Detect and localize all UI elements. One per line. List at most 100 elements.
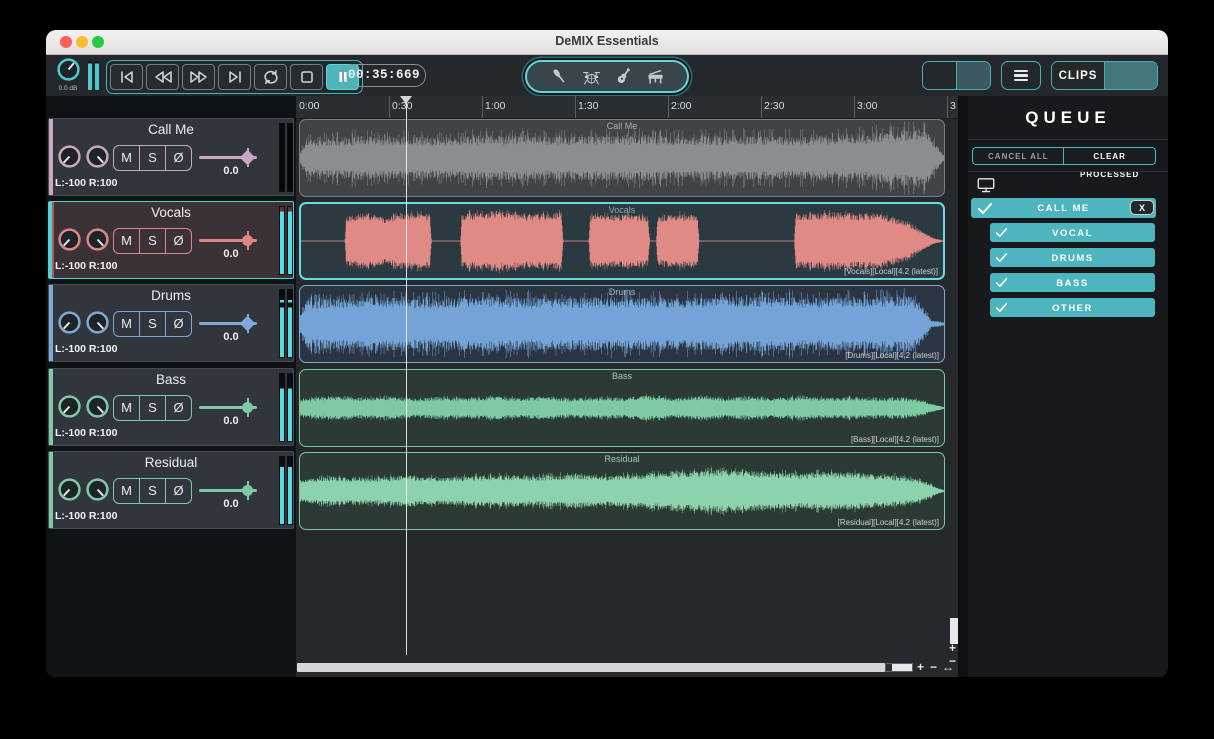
playhead-marker[interactable] [400, 96, 412, 104]
clip-residual[interactable]: Residual [Residual][Local][4.2 (latest)] [299, 452, 945, 530]
skip-start-button[interactable] [110, 64, 143, 90]
clips-button-label: CLIPS [1058, 69, 1098, 82]
pan-range-label: L:-100 R:100 [55, 343, 118, 355]
gain-value-label: 0.0 dB [58, 85, 78, 92]
track-header-residual[interactable]: Residual M S Ø 0.0 L:-100 R:100 [48, 451, 294, 529]
phase-button[interactable]: Ø [165, 396, 191, 420]
skip-end-button[interactable] [218, 64, 251, 90]
instrument-picker-button[interactable] [525, 60, 689, 93]
track-header-drums[interactable]: Drums M S Ø 0.0 L:-100 R:100 [48, 284, 294, 362]
pan-range-label: L:-100 R:100 [55, 510, 118, 522]
cancel-all-button[interactable]: CANCEL ALL [972, 147, 1065, 165]
clear-processed-button[interactable]: CLEAR PROCESSED [1063, 147, 1156, 179]
timeline-ruler[interactable]: 0:00 0:30 1:00 1:30 2:00 2:30 3:00 3 [296, 96, 958, 119]
pan-left-knob[interactable] [57, 310, 82, 340]
pan-left-knob[interactable] [57, 144, 82, 174]
solo-button[interactable]: S [139, 229, 165, 253]
track-level-meter [279, 373, 285, 442]
pan-left-knob[interactable] [57, 227, 82, 257]
clip-title: Drums [608, 287, 636, 297]
clip-version-label: [Drums][Local][4.2 (latest)] [845, 351, 939, 360]
pan-left-knob[interactable] [57, 394, 82, 424]
solo-button[interactable]: S [139, 396, 165, 420]
pan-right-knob[interactable] [85, 477, 110, 507]
processing-target-toggle [922, 61, 991, 90]
computer-icon [976, 177, 996, 194]
mute-button[interactable]: M [114, 146, 139, 170]
queue-item-label: CALL ME [1037, 203, 1090, 214]
phase-button[interactable]: Ø [165, 229, 191, 253]
queue-subitem-label: VOCAL [1052, 227, 1093, 239]
pan-right-knob[interactable] [85, 310, 110, 340]
clip-vocals[interactable]: Vocals [Vocals][Local][4.2 (latest)] [299, 202, 945, 280]
waveform-area: 0:00 0:30 1:00 1:30 2:00 2:30 3:00 3 Call Me Voc… [296, 96, 958, 677]
phase-button[interactable]: Ø [165, 312, 191, 336]
track-mso-buttons: MSØ [113, 478, 192, 504]
clip-drums[interactable]: Drums [Drums][Local][4.2 (latest)] [299, 285, 945, 363]
track-header-bass[interactable]: Bass M S Ø 0.0 L:-100 R:100 [48, 368, 294, 446]
clip-call-me[interactable]: Call Me [299, 119, 945, 197]
rewind-button[interactable] [146, 64, 179, 90]
slider-handle[interactable] [239, 149, 256, 166]
window-title: DeMIX Essentials [555, 34, 659, 48]
track-title: Drums [151, 288, 191, 303]
fast-forward-button[interactable] [182, 64, 215, 90]
track-mso-buttons: MSØ [113, 228, 192, 254]
mute-button[interactable]: M [114, 479, 139, 503]
mute-button[interactable]: M [114, 396, 139, 420]
stop-button[interactable] [290, 64, 323, 90]
track-level-meter [287, 373, 293, 442]
master-gain-knob[interactable] [56, 58, 81, 86]
search-button[interactable] [1104, 62, 1157, 89]
phase-button[interactable]: Ø [165, 146, 191, 170]
queue-item[interactable]: CALL ME X [971, 198, 1156, 218]
scroll-range-box[interactable] [885, 663, 913, 672]
track-header-call-me[interactable]: Call Me M S Ø 0.0 L:-100 R:100 [48, 118, 294, 196]
mute-button[interactable]: M [114, 312, 139, 336]
slider-handle[interactable] [242, 485, 253, 496]
slider-handle[interactable] [242, 402, 253, 413]
clip-bass[interactable]: Bass [Bass][Local][4.2 (latest)] [299, 369, 945, 447]
track-panel: Call Me M S Ø 0.0 L:-100 R:100 Vocals M S Ø 0.0 L:-… [46, 96, 296, 677]
queue-subitem[interactable]: BASS [990, 273, 1155, 292]
solo-button[interactable]: S [139, 312, 165, 336]
horizontal-scrollbar[interactable] [297, 663, 885, 672]
time-display[interactable]: 00:35:669 [342, 64, 426, 87]
queue-subitem[interactable]: OTHER [990, 298, 1155, 317]
pan-right-knob[interactable] [85, 394, 110, 424]
clip-title: Call Me [606, 121, 638, 131]
pan-right-knob[interactable] [85, 227, 110, 257]
clip-version-label: [Vocals][Local][4.2 (latest)] [844, 267, 938, 276]
menu-button[interactable] [1001, 61, 1041, 90]
solo-button[interactable]: S [139, 479, 165, 503]
toolbar: 0.0 dB 00:35:669 CLIPS [46, 55, 1168, 98]
queue-subitem[interactable]: DRUMS [990, 248, 1155, 267]
pan-left-knob[interactable] [57, 477, 82, 507]
queue-subitem[interactable]: VOCAL [990, 223, 1155, 242]
vertical-zoom-out-button[interactable]: − [949, 655, 956, 667]
local-computer-button[interactable] [956, 62, 990, 89]
clips-button[interactable]: CLIPS [1052, 62, 1104, 89]
slider-handle[interactable] [239, 315, 256, 332]
cloud-button[interactable] [923, 62, 961, 89]
app-window: DeMIX Essentials 0.0 dB 00:35:669 CLIPS [46, 30, 1168, 677]
vertical-zoom-in-button[interactable]: + [949, 642, 956, 654]
piano-icon [645, 67, 666, 86]
queue-item-remove-button[interactable]: X [1130, 200, 1154, 215]
waveform-canvas [300, 120, 944, 196]
zoom-out-button[interactable]: − [930, 661, 937, 673]
queue-panel: QUEUE CANCEL ALL CLEAR PROCESSED CALL ME… [968, 96, 1168, 677]
loop-button[interactable] [254, 64, 287, 90]
slider-handle[interactable] [242, 235, 253, 246]
track-title: Vocals [151, 205, 191, 220]
track-header-vocals[interactable]: Vocals M S Ø 0.0 L:-100 R:100 [48, 201, 294, 279]
master-level-meter [88, 61, 99, 90]
solo-button[interactable]: S [139, 146, 165, 170]
monitor-icon [976, 178, 996, 197]
ruler-tick-label: 2:00 [671, 100, 692, 112]
zoom-in-button[interactable]: + [917, 661, 924, 673]
pan-right-knob[interactable] [85, 144, 110, 174]
mute-button[interactable]: M [114, 229, 139, 253]
phase-button[interactable]: Ø [165, 479, 191, 503]
playhead-line [406, 96, 407, 655]
